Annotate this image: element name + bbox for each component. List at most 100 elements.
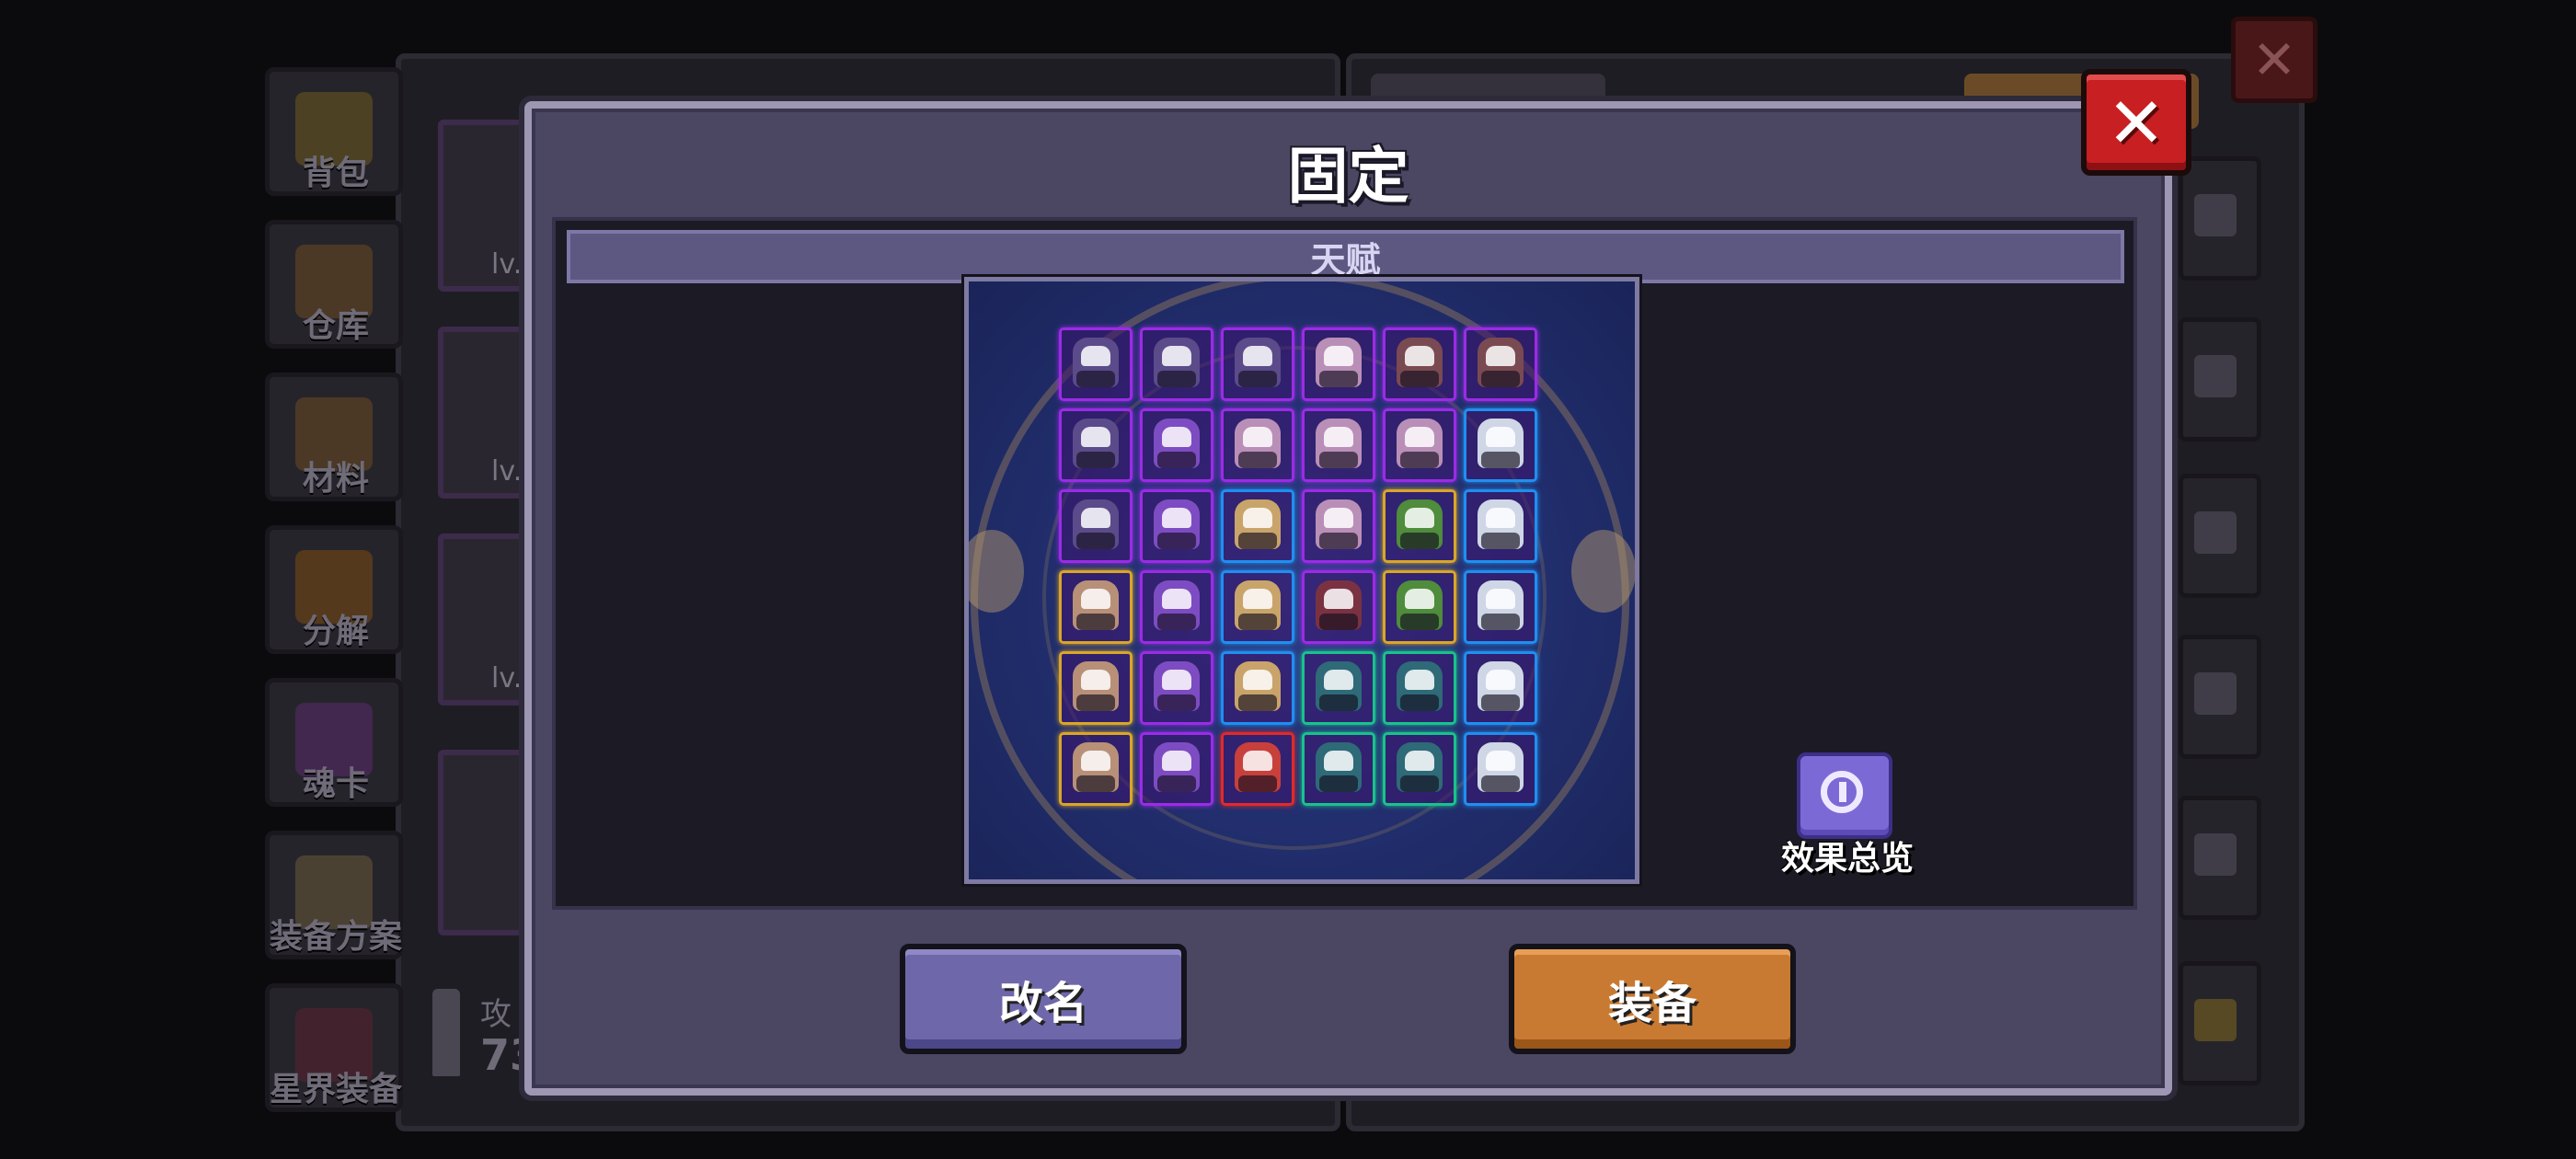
pink-hair-hero-icon (1316, 499, 1362, 549)
pink-hair-hero-icon (1316, 419, 1362, 468)
talent-slot[interactable] (1140, 732, 1213, 806)
talent-slot[interactable] (1059, 489, 1133, 563)
talent-slot[interactable] (1059, 570, 1133, 644)
background-attack-stat: 攻 73 (423, 989, 539, 1081)
white-hair-knight-icon (1478, 742, 1524, 792)
background-soul-card: lv. (438, 534, 532, 706)
effect-overview-label: 效果总览 (1780, 840, 1914, 878)
side-nav-label: 魂卡 (302, 765, 369, 803)
trident-warrior-icon (1235, 499, 1281, 549)
white-hair-knight-icon (1478, 580, 1524, 630)
side-nav-item: 装备方案 (258, 823, 414, 961)
talent-slot[interactable] (1383, 651, 1456, 725)
background-equip-slot (2179, 317, 2261, 442)
effect-overview-button[interactable]: 效果总览 (1778, 752, 1916, 878)
effect-overview-icon (1797, 752, 1892, 839)
talent-slot[interactable] (1221, 408, 1294, 482)
gear-slot-icon (2194, 833, 2237, 876)
teal-hood-ranger-icon (1316, 661, 1362, 711)
card-level: lv. (491, 455, 523, 488)
violet-swordsman-icon (1154, 580, 1200, 630)
horned-berserker-icon (1397, 338, 1443, 387)
gear-slot-icon (2194, 511, 2237, 554)
talent-slot[interactable] (1059, 408, 1133, 482)
talent-slot[interactable] (1302, 327, 1375, 401)
background-soul-card: lv. (438, 327, 532, 499)
talent-slot[interactable] (1140, 408, 1213, 482)
trident-warrior-icon (1235, 580, 1281, 630)
brown-hair-monk-icon (1073, 661, 1119, 711)
talent-slot[interactable] (1221, 651, 1294, 725)
talent-slot[interactable] (1140, 570, 1213, 644)
talent-slot[interactable] (1059, 327, 1133, 401)
side-nav-label: 材料 (302, 460, 369, 498)
card-level: lv. (491, 248, 523, 281)
talent-slot[interactable] (1464, 489, 1537, 563)
side-nav-label: 背包 (302, 155, 369, 192)
background-soul-card (438, 750, 532, 935)
talent-slot[interactable] (1302, 732, 1375, 806)
talent-slot[interactable] (1302, 570, 1375, 644)
purple-hat-mage-icon (1073, 338, 1119, 387)
side-nav-item: 星界装备 (258, 976, 414, 1114)
purple-hat-mage-icon (1073, 499, 1119, 549)
talent-slot[interactable] (1140, 327, 1213, 401)
white-hair-knight-icon (1478, 661, 1524, 711)
talent-slot[interactable] (1302, 408, 1375, 482)
talent-section-header: 天赋 (567, 230, 2124, 283)
talent-grid (1059, 327, 1537, 806)
card-level: lv. (491, 662, 523, 694)
background-equip-slot (2179, 796, 2261, 920)
purple-hat-mage-icon (1235, 338, 1281, 387)
pink-hair-hero-icon (1397, 419, 1443, 468)
dark-red-brute-icon (1316, 580, 1362, 630)
pink-hair-hero-icon (1235, 419, 1281, 468)
background-equip-slot (2179, 474, 2261, 598)
brown-hair-monk-icon (1073, 580, 1119, 630)
sword-icon (432, 989, 460, 1076)
talent-slot[interactable] (1383, 570, 1456, 644)
talent-slot[interactable] (1464, 570, 1537, 644)
talent-slot[interactable] (1221, 732, 1294, 806)
side-nav-label: 分解 (302, 613, 369, 650)
talent-slot[interactable] (1059, 732, 1133, 806)
background-equip-slot (2179, 156, 2261, 281)
talent-slot[interactable] (1464, 408, 1537, 482)
violet-swordsman-icon (1154, 742, 1200, 792)
talent-slot[interactable] (1221, 489, 1294, 563)
background-equip-slot (2179, 961, 2261, 1085)
background-equip-slot (2179, 635, 2261, 759)
talent-slot[interactable] (1059, 651, 1133, 725)
gear-slot-icon (2194, 194, 2237, 236)
brown-hair-monk-icon (1073, 742, 1119, 792)
talent-slot[interactable] (1383, 408, 1456, 482)
side-nav-label: 仓库 (302, 307, 369, 345)
talent-slot[interactable] (1383, 489, 1456, 563)
close-button[interactable]: ✕ (2081, 69, 2191, 176)
horned-berserker-icon (1478, 338, 1524, 387)
talent-slot[interactable] (1302, 489, 1375, 563)
talent-slot[interactable] (1302, 651, 1375, 725)
equip-button[interactable]: 装备 (1509, 944, 1796, 1054)
talent-slot[interactable] (1221, 570, 1294, 644)
talent-slot[interactable] (1140, 651, 1213, 725)
side-nav-item: 魂卡 (258, 671, 414, 809)
talent-slot[interactable] (1464, 732, 1537, 806)
talent-slot[interactable] (1221, 327, 1294, 401)
white-hair-knight-icon (1478, 499, 1524, 549)
talent-slot[interactable] (1464, 651, 1537, 725)
talent-slot[interactable] (1140, 489, 1213, 563)
talent-slot[interactable] (1464, 327, 1537, 401)
stat-label: 攻 (480, 996, 512, 1033)
side-nav-item: 材料 (258, 365, 414, 503)
gear-slot-icon (2194, 672, 2237, 715)
violet-swordsman-icon (1154, 661, 1200, 711)
talent-slot[interactable] (1383, 732, 1456, 806)
talent-slot[interactable] (1383, 327, 1456, 401)
lock-icon (2194, 999, 2237, 1041)
loadout-modal: 固定 天赋 效果总览 改名 装备 (524, 101, 2172, 1096)
purple-hat-mage-icon (1073, 419, 1119, 468)
rename-button[interactable]: 改名 (900, 944, 1187, 1054)
talent-board (964, 277, 1639, 884)
side-nav-label: 装备方案 (269, 918, 402, 956)
